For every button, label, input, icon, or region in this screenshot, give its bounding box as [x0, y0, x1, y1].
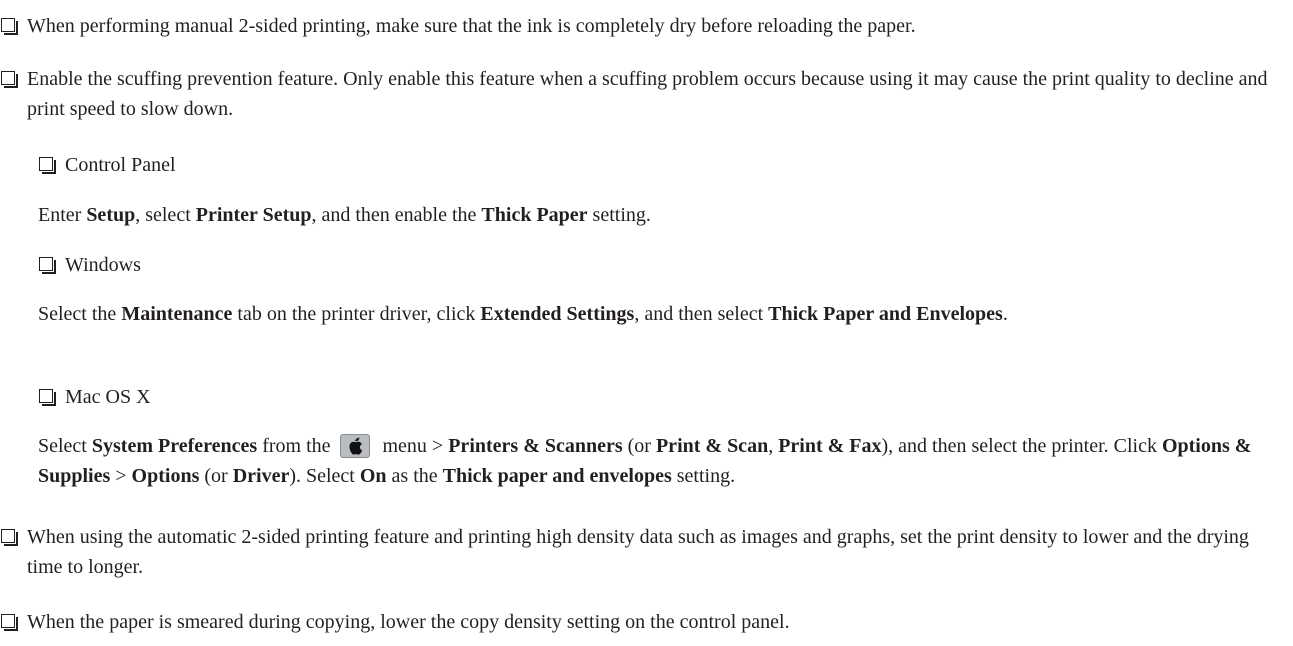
text: Enter: [38, 204, 87, 226]
bullet-text: Enable the scuffing prevention feature. …: [27, 68, 1268, 120]
bullet-item: When performing manual 2-sided printing,…: [0, 11, 1287, 41]
printers-scanners-label: Printers & Scanners: [448, 435, 623, 457]
text: (or: [199, 465, 233, 487]
sub-bullet-mac: Mac OS X: [38, 382, 1287, 412]
printer-setup-label: Printer Setup: [195, 204, 312, 226]
text: Select the: [38, 303, 122, 325]
text: ), and then select the printer. Click: [881, 435, 1162, 457]
text: Select: [38, 435, 92, 457]
bullet-text: When the paper is smeared during copying…: [27, 611, 790, 633]
bullet-item: When using the automatic 2-sided printin…: [0, 522, 1287, 582]
mac-instructions: Select System Preferences from the menu …: [38, 431, 1287, 491]
sub-heading: Control Panel: [65, 154, 176, 176]
options-label: Options: [131, 465, 200, 487]
driver-label: Driver: [232, 465, 290, 487]
checkbox-bullet-icon: [1, 614, 18, 631]
thick-paper-envelopes-label: Thick paper and envelopes: [442, 465, 672, 487]
text: setting.: [587, 204, 651, 226]
extended-settings-label: Extended Settings: [480, 303, 635, 325]
text: ,: [768, 435, 779, 457]
setup-label: Setup: [86, 204, 136, 226]
bullet-text: When performing manual 2-sided printing,…: [27, 15, 916, 37]
on-label: On: [359, 465, 387, 487]
windows-instructions: Select the Maintenance tab on the printe…: [38, 299, 1287, 329]
text: , select: [135, 204, 196, 226]
apple-menu-icon: [339, 434, 370, 458]
text: menu >: [377, 435, 449, 457]
text: tab on the printer driver, click: [232, 303, 481, 325]
checkbox-bullet-icon: [39, 157, 56, 174]
sub-bullet-control-panel: Control Panel: [38, 150, 1287, 180]
checkbox-bullet-icon: [39, 257, 56, 274]
sub-bullet-windows: Windows: [38, 250, 1287, 280]
text: >: [110, 465, 132, 487]
checkbox-bullet-icon: [1, 529, 18, 546]
sub-heading: Mac OS X: [65, 386, 151, 408]
sub-heading: Windows: [65, 254, 141, 276]
bullet-text: When using the automatic 2-sided printin…: [27, 526, 1249, 578]
bullet-item: When the paper is smeared during copying…: [0, 607, 1287, 637]
print-fax-label: Print & Fax: [778, 435, 882, 457]
thick-paper-label: Thick Paper: [481, 204, 588, 226]
checkbox-bullet-icon: [1, 71, 18, 88]
print-scan-label: Print & Scan: [655, 435, 769, 457]
checkbox-bullet-icon: [1, 18, 18, 35]
text: , and then select: [634, 303, 769, 325]
bullet-item: Enable the scuffing prevention feature. …: [0, 64, 1287, 124]
thick-paper-envelopes-label: Thick Paper and Envelopes: [768, 303, 1003, 325]
maintenance-label: Maintenance: [121, 303, 233, 325]
checkbox-bullet-icon: [39, 389, 56, 406]
manual-page: When performing manual 2-sided printing,…: [0, 0, 1293, 646]
system-preferences-label: System Preferences: [91, 435, 258, 457]
text: (or: [622, 435, 656, 457]
text: , and then enable the: [311, 204, 482, 226]
text: from the: [257, 435, 336, 457]
text: ). Select: [289, 465, 360, 487]
text: .: [1002, 303, 1008, 325]
text: setting.: [671, 465, 736, 487]
control-panel-instructions: Enter Setup, select Printer Setup, and t…: [38, 200, 1287, 230]
text: as the: [386, 465, 443, 487]
